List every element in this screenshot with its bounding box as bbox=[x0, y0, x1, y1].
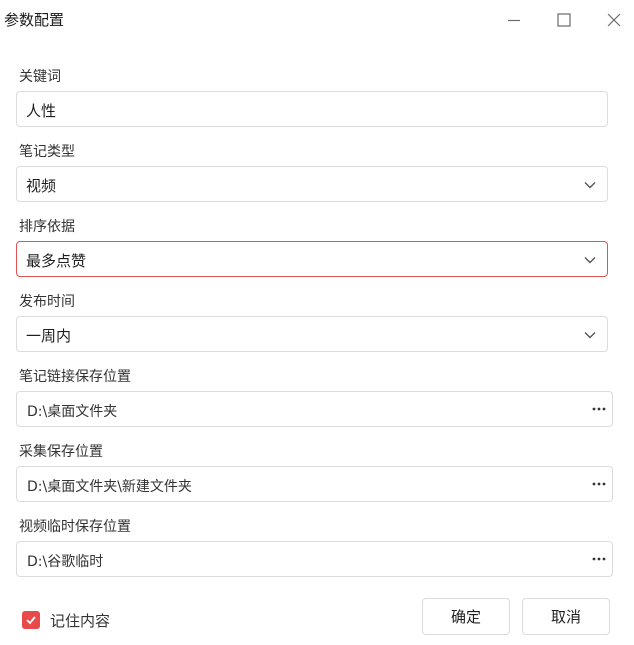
more-icon bbox=[592, 557, 606, 561]
collect-save-path-label: 采集保存位置 bbox=[19, 444, 103, 460]
checkmark-icon bbox=[26, 616, 36, 625]
video-temp-path-label: 视频临时保存位置 bbox=[19, 519, 131, 535]
browse-button[interactable] bbox=[590, 550, 608, 568]
more-icon bbox=[592, 407, 606, 411]
close-icon bbox=[607, 13, 621, 27]
link-save-path-value: D:\桌面文件夹 bbox=[27, 404, 118, 420]
chevron-down-icon bbox=[584, 257, 596, 264]
link-save-path-input[interactable]: D:\桌面文件夹 bbox=[16, 391, 613, 427]
maximize-button[interactable] bbox=[552, 8, 576, 32]
link-save-path-label: 笔记链接保存位置 bbox=[19, 369, 131, 385]
video-temp-path-value: D:\谷歌临时 bbox=[27, 554, 104, 570]
minimize-button[interactable] bbox=[502, 8, 526, 32]
note-type-label: 笔记类型 bbox=[19, 144, 75, 160]
keyword-value: 人性 bbox=[26, 102, 57, 120]
keyword-label: 关键词 bbox=[19, 69, 61, 85]
note-type-select[interactable]: 视频 bbox=[16, 166, 608, 202]
sort-by-label: 排序依据 bbox=[19, 219, 75, 235]
confirm-button[interactable]: 确定 bbox=[422, 598, 510, 635]
browse-button[interactable] bbox=[590, 475, 608, 493]
cancel-button[interactable]: 取消 bbox=[522, 598, 610, 635]
note-type-value: 视频 bbox=[26, 177, 57, 195]
publish-time-value: 一周内 bbox=[26, 327, 72, 345]
sort-by-value: 最多点赞 bbox=[26, 252, 87, 270]
config-dialog: 参数配置 关键词 人性 笔记类型 视频 排序依据 最多点赞 发布时间 一周内 笔… bbox=[0, 0, 634, 645]
title-bar: 参数配置 bbox=[0, 0, 634, 40]
video-temp-path-input[interactable]: D:\谷歌临时 bbox=[16, 541, 613, 577]
remember-label: 记住内容 bbox=[50, 611, 111, 630]
remember-checkbox[interactable] bbox=[22, 611, 40, 629]
remember-checkbox-row[interactable]: 记住内容 bbox=[22, 610, 110, 630]
publish-time-select[interactable]: 一周内 bbox=[16, 316, 608, 352]
more-icon bbox=[592, 482, 606, 486]
chevron-down-icon bbox=[584, 332, 596, 339]
window-title: 参数配置 bbox=[4, 11, 65, 29]
keyword-input[interactable]: 人性 bbox=[16, 91, 608, 127]
minimize-icon bbox=[508, 19, 520, 22]
chevron-down-icon bbox=[584, 182, 596, 189]
sort-by-select[interactable]: 最多点赞 bbox=[16, 241, 608, 277]
publish-time-label: 发布时间 bbox=[19, 294, 75, 310]
maximize-icon bbox=[557, 13, 571, 27]
collect-save-path-input[interactable]: D:\桌面文件夹\新建文件夹 bbox=[16, 466, 613, 502]
close-button[interactable] bbox=[602, 8, 626, 32]
browse-button[interactable] bbox=[590, 400, 608, 418]
collect-save-path-value: D:\桌面文件夹\新建文件夹 bbox=[27, 479, 192, 495]
